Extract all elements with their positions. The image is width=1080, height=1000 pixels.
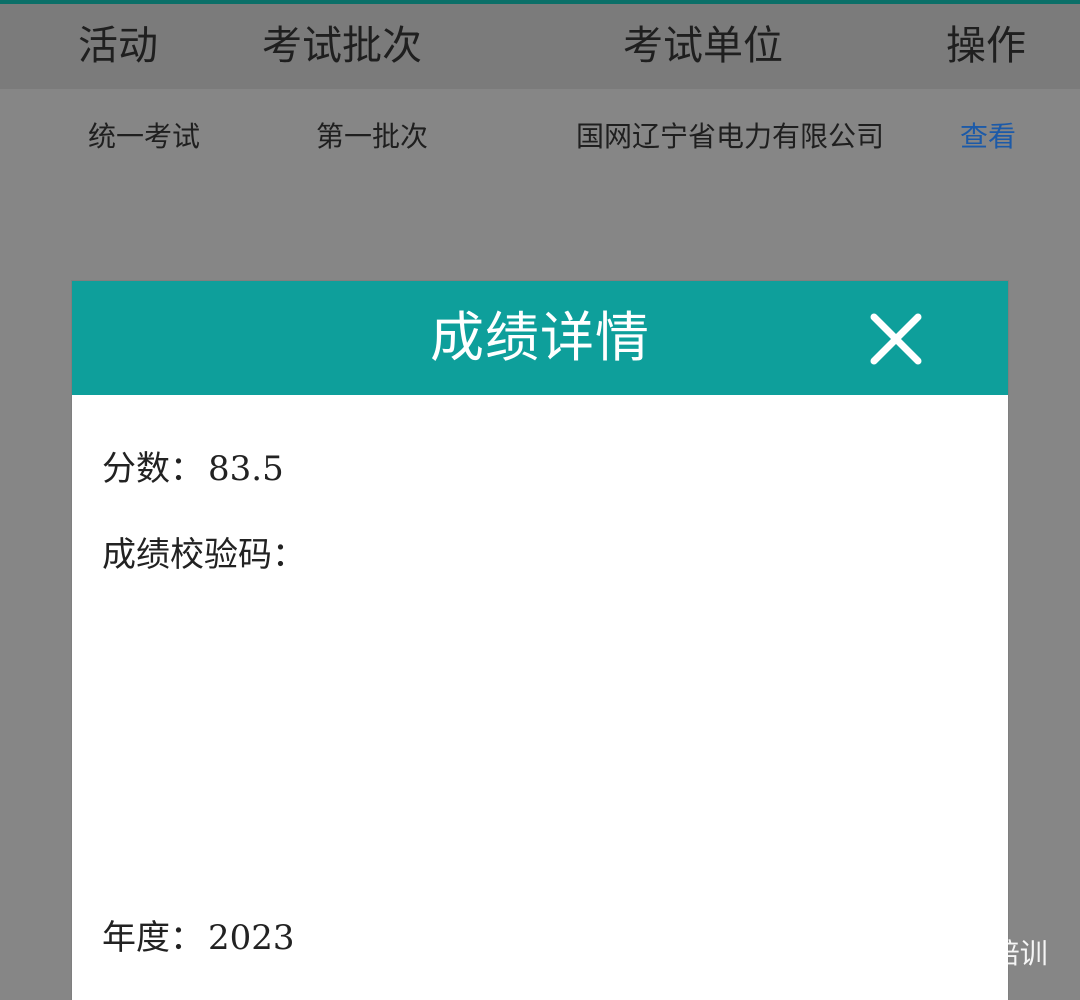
watermark-text: vivi电力培训 (887, 937, 1048, 970)
modal-body: 分数： 83.5 成绩校验码： 年度： 2023 (72, 395, 1008, 1000)
modal-header: 成绩详情 (72, 281, 1008, 395)
view-link[interactable]: 查看 (960, 89, 1016, 184)
year-label: 年度： (102, 918, 204, 958)
cell-unit: 国网辽宁省电力有限公司 (576, 120, 885, 153)
score-value: 83.5 (208, 449, 284, 489)
score-details-modal: 成绩详情 分数： 83.5 成绩校验码： 年度： 2023 (72, 281, 1008, 1000)
close-button[interactable] (864, 307, 928, 371)
table-row: 统一考试 第一批次 国网辽宁省电力有限公司 查看 (0, 89, 1080, 184)
cell-activity: 统一考试 (88, 120, 201, 153)
source-watermark: vivi电力培训 (845, 932, 1048, 972)
year-value: 2023 (208, 918, 295, 958)
score-label: 分数： (102, 449, 204, 489)
close-icon (870, 313, 922, 365)
score-field: 分数： 83.5 (102, 441, 284, 490)
verification-code-label: 成绩校验码： (102, 535, 306, 575)
cell-batch: 第一批次 (316, 120, 429, 153)
wechat-icon (846, 939, 877, 963)
header-exam-unit: 考试单位 (623, 23, 783, 69)
header-exam-batch: 考试批次 (262, 23, 422, 69)
verification-code-field: 成绩校验码： (102, 527, 306, 576)
header-action: 操作 (946, 23, 1026, 69)
results-table-header: 活动 考试批次 考试单位 操作 (0, 4, 1080, 89)
header-activity: 活动 (78, 23, 158, 69)
year-field: 年度： 2023 (102, 910, 295, 959)
